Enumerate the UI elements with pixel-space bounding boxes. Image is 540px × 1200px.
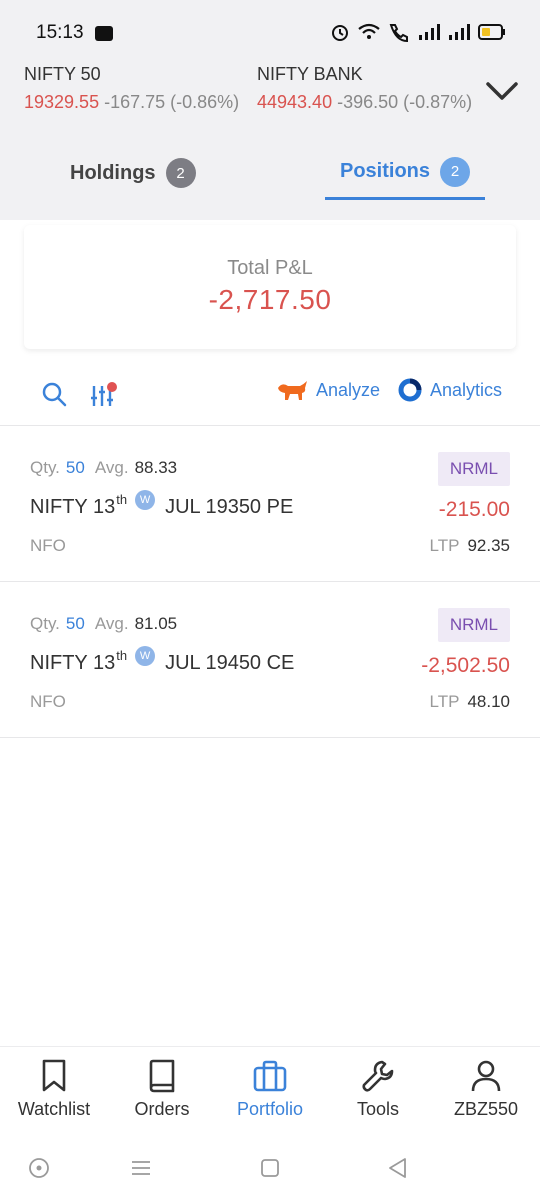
total-pnl-value: -2,717.50 — [208, 284, 332, 315]
alarm-icon — [332, 25, 348, 41]
nav-label: ZBZ550 — [453, 1099, 519, 1119]
status-icons — [330, 22, 506, 42]
symbol-suffix: JUL 19450 CE — [165, 652, 295, 674]
battery-icon — [478, 24, 505, 40]
index-price: 19329.55 — [24, 92, 100, 112]
analyze-label: Analyze — [316, 379, 381, 400]
index-values: 44943.40 -396.50 (-0.87%) — [257, 92, 479, 113]
index-ticker: NIFTY 50 19329.55 -167.75 (-0.86%) NIFTY… — [0, 64, 540, 120]
avg-label: Avg. — [94, 614, 129, 633]
nav-portfolio[interactable]: Portfolio — [216, 1047, 324, 1137]
position-meta: Qty. 50 Avg. 81.05 — [30, 614, 177, 634]
index-name: NIFTY 50 — [24, 64, 101, 84]
ltp-value: 48.10 — [467, 692, 510, 711]
ltp-label: LTP — [429, 692, 460, 711]
avg-value: 88.33 — [134, 458, 178, 477]
status-time: 15:13 — [36, 22, 84, 43]
index-price: 44943.40 — [257, 92, 333, 112]
nav-tools[interactable]: Tools — [324, 1047, 432, 1137]
menu-icon[interactable] — [129, 1156, 153, 1180]
product-type-badge: NRML — [437, 452, 510, 486]
tab-count-badge: 2 — [440, 156, 470, 187]
volte-call-icon — [389, 24, 408, 42]
position-row[interactable]: Qty. 50 Avg. 81.05 NRML NIFTY 13th W JUL 1945… — [0, 582, 540, 738]
index-values: 19329.55 -167.75 (-0.86%) — [24, 92, 248, 113]
qty-value: 50 — [65, 614, 85, 633]
wifi-icon — [358, 23, 380, 39]
nav-label: Orders — [134, 1099, 190, 1119]
position-pnl: -2,502.50 — [421, 654, 510, 677]
paytm-badge-icon — [95, 26, 113, 41]
tab-count-badge: 2 — [165, 158, 196, 188]
back-icon[interactable] — [386, 1156, 410, 1180]
analytics-icon — [398, 378, 422, 402]
index-change: -167.75 (-0.86%) — [104, 92, 240, 112]
tab-holdings[interactable]: Holdings 2 — [70, 146, 196, 200]
symbol-prefix: NIFTY 13 — [30, 652, 116, 674]
position-exchange: NFO — [30, 692, 66, 711]
search-icon[interactable] — [40, 380, 68, 408]
position-symbol: NIFTY 13th W JUL 19450 CE — [30, 646, 295, 675]
analyze-button[interactable]: Analyze — [276, 378, 380, 402]
avg-value: 81.05 — [134, 614, 178, 633]
position-row[interactable]: Qty. 50 Avg. 88.33 NRML NIFTY 13th W JUL 1935… — [0, 426, 540, 582]
assistant-icon[interactable] — [27, 1156, 51, 1180]
product-type-badge: NRML — [437, 608, 510, 642]
qty-label: Qty. — [30, 458, 60, 477]
tab-label: Holdings — [70, 161, 156, 184]
position-ltp: LTP 48.10 — [430, 692, 510, 712]
status-bar: 15:13 — [0, 0, 540, 64]
total-pnl-card: Total P&L -2,717.50 — [24, 225, 516, 349]
user-icon — [471, 1060, 501, 1092]
position-ltp: LTP 92.35 — [430, 536, 510, 556]
home-icon[interactable] — [258, 1156, 282, 1180]
ltp-value: 92.35 — [467, 536, 510, 555]
avg-label: Avg. — [94, 458, 129, 477]
filter-sliders-icon[interactable] — [88, 378, 120, 410]
tab-label: Positions — [339, 160, 430, 182]
nav-label: Watchlist — [17, 1099, 91, 1119]
position-exchange: NFO — [30, 536, 66, 555]
position-symbol: NIFTY 13th W JUL 19350 PE — [30, 490, 294, 519]
symbol-ordinal: th — [116, 648, 128, 663]
symbol-prefix: NIFTY 13 — [30, 496, 116, 518]
signal-icon — [449, 24, 470, 40]
index-name: NIFTY BANK — [257, 64, 363, 84]
position-pnl: -215.00 — [438, 498, 510, 521]
symbol-ordinal: th — [116, 492, 128, 507]
analytics-label: Analytics — [430, 379, 503, 400]
weekly-expiry-badge: W — [135, 490, 156, 510]
nav-label: Portfolio — [236, 1099, 304, 1119]
bookmark-icon — [42, 1059, 66, 1092]
wrench-icon — [362, 1060, 394, 1092]
nav-watchlist[interactable]: Watchlist — [0, 1047, 108, 1137]
analytics-button[interactable]: Analytics — [398, 378, 502, 402]
total-pnl-label: Total P&L — [227, 257, 313, 279]
book-icon — [149, 1059, 175, 1093]
weekly-expiry-badge: W — [135, 646, 156, 666]
portfolio-tabs: Holdings 2 Positions 2 — [0, 120, 540, 220]
chevron-down-icon[interactable] — [484, 76, 520, 106]
ltp-label: LTP — [429, 536, 460, 555]
bull-icon — [278, 381, 307, 400]
position-meta: Qty. 50 Avg. 88.33 — [30, 458, 177, 478]
tab-positions[interactable]: Positions 2 — [325, 146, 485, 200]
briefcase-icon — [253, 1060, 287, 1092]
index-nifty-50[interactable]: NIFTY 50 19329.55 -167.75 (-0.86%) — [24, 64, 248, 113]
positions-toolbar: Analyze Analytics — [0, 372, 540, 414]
index-change: -396.50 (-0.87%) — [337, 92, 473, 112]
qty-value: 50 — [65, 458, 85, 477]
nav-profile[interactable]: ZBZ550 — [432, 1047, 540, 1137]
symbol-suffix: JUL 19350 PE — [165, 496, 294, 518]
nav-orders[interactable]: Orders — [108, 1047, 216, 1137]
signal-icon — [419, 24, 440, 40]
positions-list: Qty. 50 Avg. 88.33 NRML NIFTY 13th W JUL 1935… — [0, 425, 540, 738]
qty-label: Qty. — [30, 614, 60, 633]
system-nav-bar — [0, 1136, 540, 1200]
nav-label: Tools — [356, 1099, 400, 1119]
index-nifty-bank[interactable]: NIFTY BANK 44943.40 -396.50 (-0.87%) — [257, 64, 479, 113]
bottom-nav: Watchlist Orders Portfolio Tools ZBZ550 — [0, 1046, 540, 1136]
